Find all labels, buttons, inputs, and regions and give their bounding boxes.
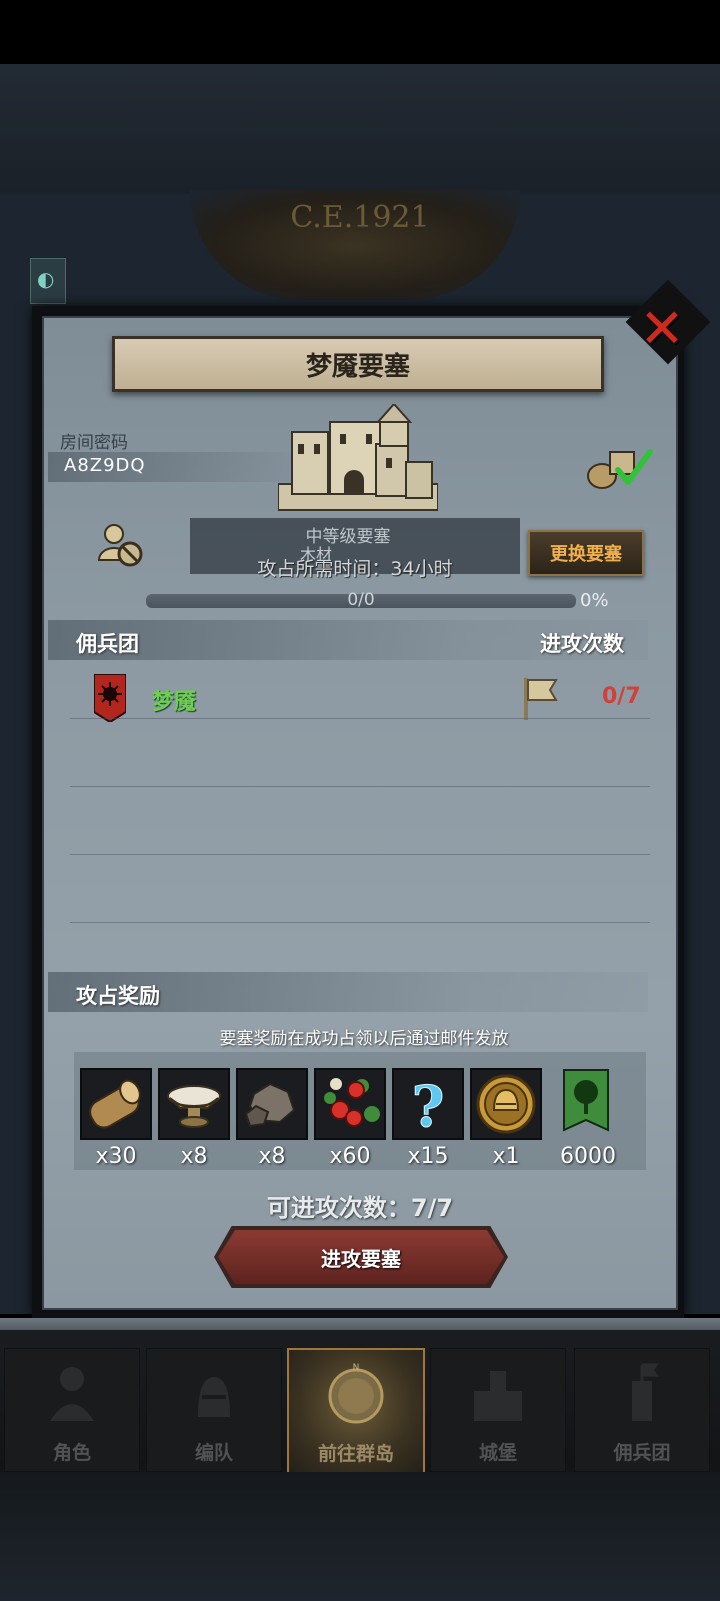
nav-label: 城堡 [478, 1442, 517, 1464]
nav-item-castle[interactable]: 城堡 [430, 1348, 566, 1472]
reward-amount: x15 [407, 1144, 449, 1169]
salt-bowl-icon [167, 1085, 221, 1128]
mercenary-attack-count: 0/7 [602, 684, 641, 709]
era-label: C.E.1921 [290, 200, 430, 235]
room-code-label: 房间密码 [60, 433, 128, 453]
reward-item-wood[interactable] [80, 1068, 152, 1140]
row-divider [70, 854, 650, 855]
mercenaries-header-label: 佣兵团 [76, 632, 139, 656]
nav-label: 佣兵团 [613, 1442, 671, 1464]
change-fortress-button[interactable]: 更换要塞 [528, 530, 644, 576]
knight-helmet-icon [198, 1377, 230, 1417]
resource-bag-check-icon[interactable] [584, 446, 654, 490]
attack-time: 攻占所需时间：34小时 [257, 558, 453, 580]
attack-flag-icon [524, 678, 558, 720]
nav-item-formation[interactable]: 编队 [146, 1348, 282, 1472]
rewards-header-label: 攻占奖励 [76, 984, 160, 1008]
close-icon: ✕ [639, 296, 685, 360]
wood-log-icon [89, 1079, 141, 1129]
change-fortress-label: 更换要塞 [550, 544, 622, 565]
berries-icon [324, 1078, 380, 1127]
progress-percent: 0% [580, 590, 609, 611]
mercenary-row[interactable] [48, 668, 648, 732]
reward-item-ore[interactable] [236, 1068, 308, 1140]
reward-amount: x8 [258, 1144, 286, 1169]
bottom-area [0, 1472, 720, 1601]
nav-item-mercenaries[interactable]: 佣兵团 [574, 1348, 710, 1472]
svg-text:?: ? [412, 1074, 445, 1138]
fortress-level: 中等级要塞 [305, 527, 391, 547]
reward-amount: 6000 [560, 1144, 616, 1169]
reward-amount: x30 [95, 1144, 137, 1169]
header-band [0, 64, 720, 194]
tower-flag-icon [632, 1363, 660, 1421]
helmet-coin-icon [476, 1074, 536, 1134]
mercenary-name: 梦魇 [152, 690, 197, 715]
mystery-icon: ? [411, 1074, 445, 1139]
nav-label: 编队 [194, 1442, 233, 1464]
castle-nav-icon [474, 1371, 522, 1421]
row-divider [70, 718, 650, 719]
title-banner: 梦魇要塞 [112, 336, 604, 392]
tree-banner-icon [563, 1069, 609, 1132]
svg-text:N: N [353, 1363, 360, 1373]
remaining-attacks: 可进攻次数：7/7 [266, 1194, 454, 1222]
ore-rock-icon [244, 1082, 296, 1128]
status-bar-area [0, 0, 720, 64]
reward-amount: x60 [329, 1144, 371, 1169]
attacks-header-label: 进攻次数 [540, 632, 624, 656]
attack-fortress-label: 进攻要塞 [321, 1246, 401, 1271]
reward-item-helmet[interactable] [470, 1068, 542, 1140]
attack-fortress-button[interactable]: 进攻要塞 [218, 1230, 504, 1284]
close-button[interactable]: ✕ [636, 297, 688, 360]
castle-icon [278, 404, 438, 511]
reward-item-banner[interactable] [552, 1068, 624, 1140]
nav-label: 角色 [52, 1442, 91, 1464]
room-code-value[interactable]: A8Z9DQ [64, 455, 146, 476]
progress-count: 0/0 [347, 590, 375, 610]
reward-item-mystery[interactable]: ? [392, 1068, 464, 1140]
reward-amount: x1 [492, 1144, 520, 1169]
user-block-icon[interactable] [96, 522, 146, 568]
compass-icon: N [328, 1363, 384, 1424]
rewards-note: 要塞奖励在成功占领以后通过邮件发放 [219, 1029, 509, 1049]
reward-item-berries[interactable] [314, 1068, 386, 1140]
row-divider [70, 786, 650, 787]
guild-banner-icon [94, 674, 126, 722]
side-menu-icon[interactable]: ◐ [30, 258, 66, 304]
dialog-title: 梦魇要塞 [305, 351, 410, 382]
nav-item-character[interactable]: 角色 [4, 1348, 140, 1472]
reward-item-salt[interactable] [158, 1068, 230, 1140]
nav-label: 前往群岛 [317, 1443, 394, 1465]
character-icon [50, 1367, 94, 1421]
nav-item-islands[interactable]: N 前往群岛 [287, 1348, 425, 1474]
reward-amount: x8 [180, 1144, 208, 1169]
row-divider [70, 922, 650, 923]
